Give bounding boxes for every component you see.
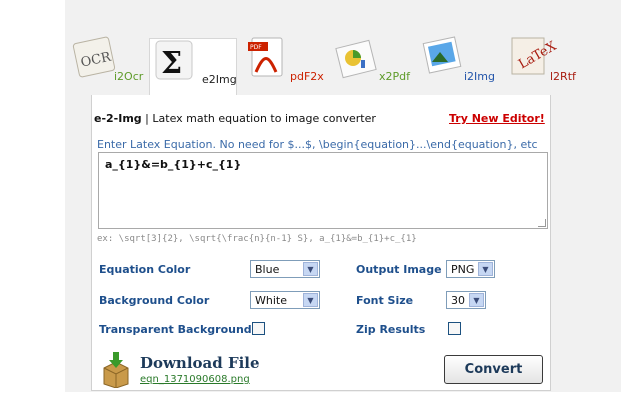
tab-pdf2x[interactable]: PDF pdF2x — [246, 34, 326, 92]
download-file-link[interactable]: eqn_1371090608.png — [140, 374, 250, 385]
tab-label: i2Ocr — [114, 70, 144, 83]
sigma-icon: Σ — [155, 40, 193, 81]
tab-l2rtf[interactable]: LaTeX l2Rtf — [506, 34, 586, 92]
background-color-select[interactable]: White ▼ — [250, 291, 320, 309]
font-size-select[interactable]: 30 ▼ — [446, 291, 486, 309]
zip-results-checkbox[interactable] — [448, 322, 461, 335]
title-bold: e-2-Img — [94, 112, 142, 125]
svg-text:Σ: Σ — [161, 46, 182, 81]
svg-text:PDF: PDF — [250, 44, 262, 51]
chevron-down-icon: ▼ — [303, 262, 318, 276]
equation-color-value: Blue — [255, 263, 280, 276]
font-size-label: Font Size — [356, 294, 414, 307]
equation-value: a_{1}&=b_{1}+c_{1} — [105, 158, 242, 171]
try-new-editor-link[interactable]: Try New Editor! — [449, 112, 545, 125]
equation-color-select[interactable]: Blue ▼ — [250, 260, 320, 278]
equation-textarea[interactable]: a_{1}&=b_{1}+c_{1} — [98, 152, 548, 229]
download-box-icon — [103, 352, 129, 388]
output-image-value: PNG — [451, 263, 475, 276]
tab-label: l2Rtf — [550, 70, 576, 83]
output-image-select[interactable]: PNG ▼ — [446, 260, 495, 278]
tab-label: e2Img — [202, 73, 237, 86]
zip-results-label: Zip Results — [356, 323, 426, 336]
title-rest: | Latex math equation to image converter — [141, 112, 376, 125]
font-size-value: 30 — [451, 294, 465, 307]
tab-e2img[interactable]: Σ e2Img — [149, 38, 237, 96]
download-file-title: Download File — [140, 354, 260, 372]
convert-button[interactable]: Convert — [444, 355, 543, 384]
transparent-background-label: Transparent Background — [99, 323, 252, 336]
page-title: e-2-Img | Latex math equation to image c… — [94, 112, 376, 125]
chevron-down-icon: ▼ — [469, 293, 484, 307]
tab-label: pdF2x — [290, 70, 324, 83]
output-image-label: Output Image — [356, 263, 442, 276]
tab-i2ocr[interactable]: OCR i2Ocr — [70, 34, 150, 92]
example-text: ex: \sqrt[3]{2}, \sqrt{\frac{n}{n-1} S},… — [97, 234, 417, 244]
background-color-value: White — [255, 294, 287, 307]
background-color-label: Background Color — [99, 294, 210, 307]
equation-hint: Enter Latex Equation. No need for $...$,… — [97, 138, 538, 151]
tab-i2img[interactable]: i2Img — [420, 34, 500, 92]
tab-label: x2Pdf — [379, 70, 410, 83]
resize-grip-icon[interactable] — [538, 219, 546, 227]
tab-label: i2Img — [464, 70, 495, 83]
transparent-background-checkbox[interactable] — [252, 322, 265, 335]
chevron-down-icon: ▼ — [478, 262, 493, 276]
equation-color-label: Equation Color — [99, 263, 191, 276]
chevron-down-icon: ▼ — [303, 293, 318, 307]
tab-x2pdf[interactable]: x2Pdf — [335, 34, 415, 92]
